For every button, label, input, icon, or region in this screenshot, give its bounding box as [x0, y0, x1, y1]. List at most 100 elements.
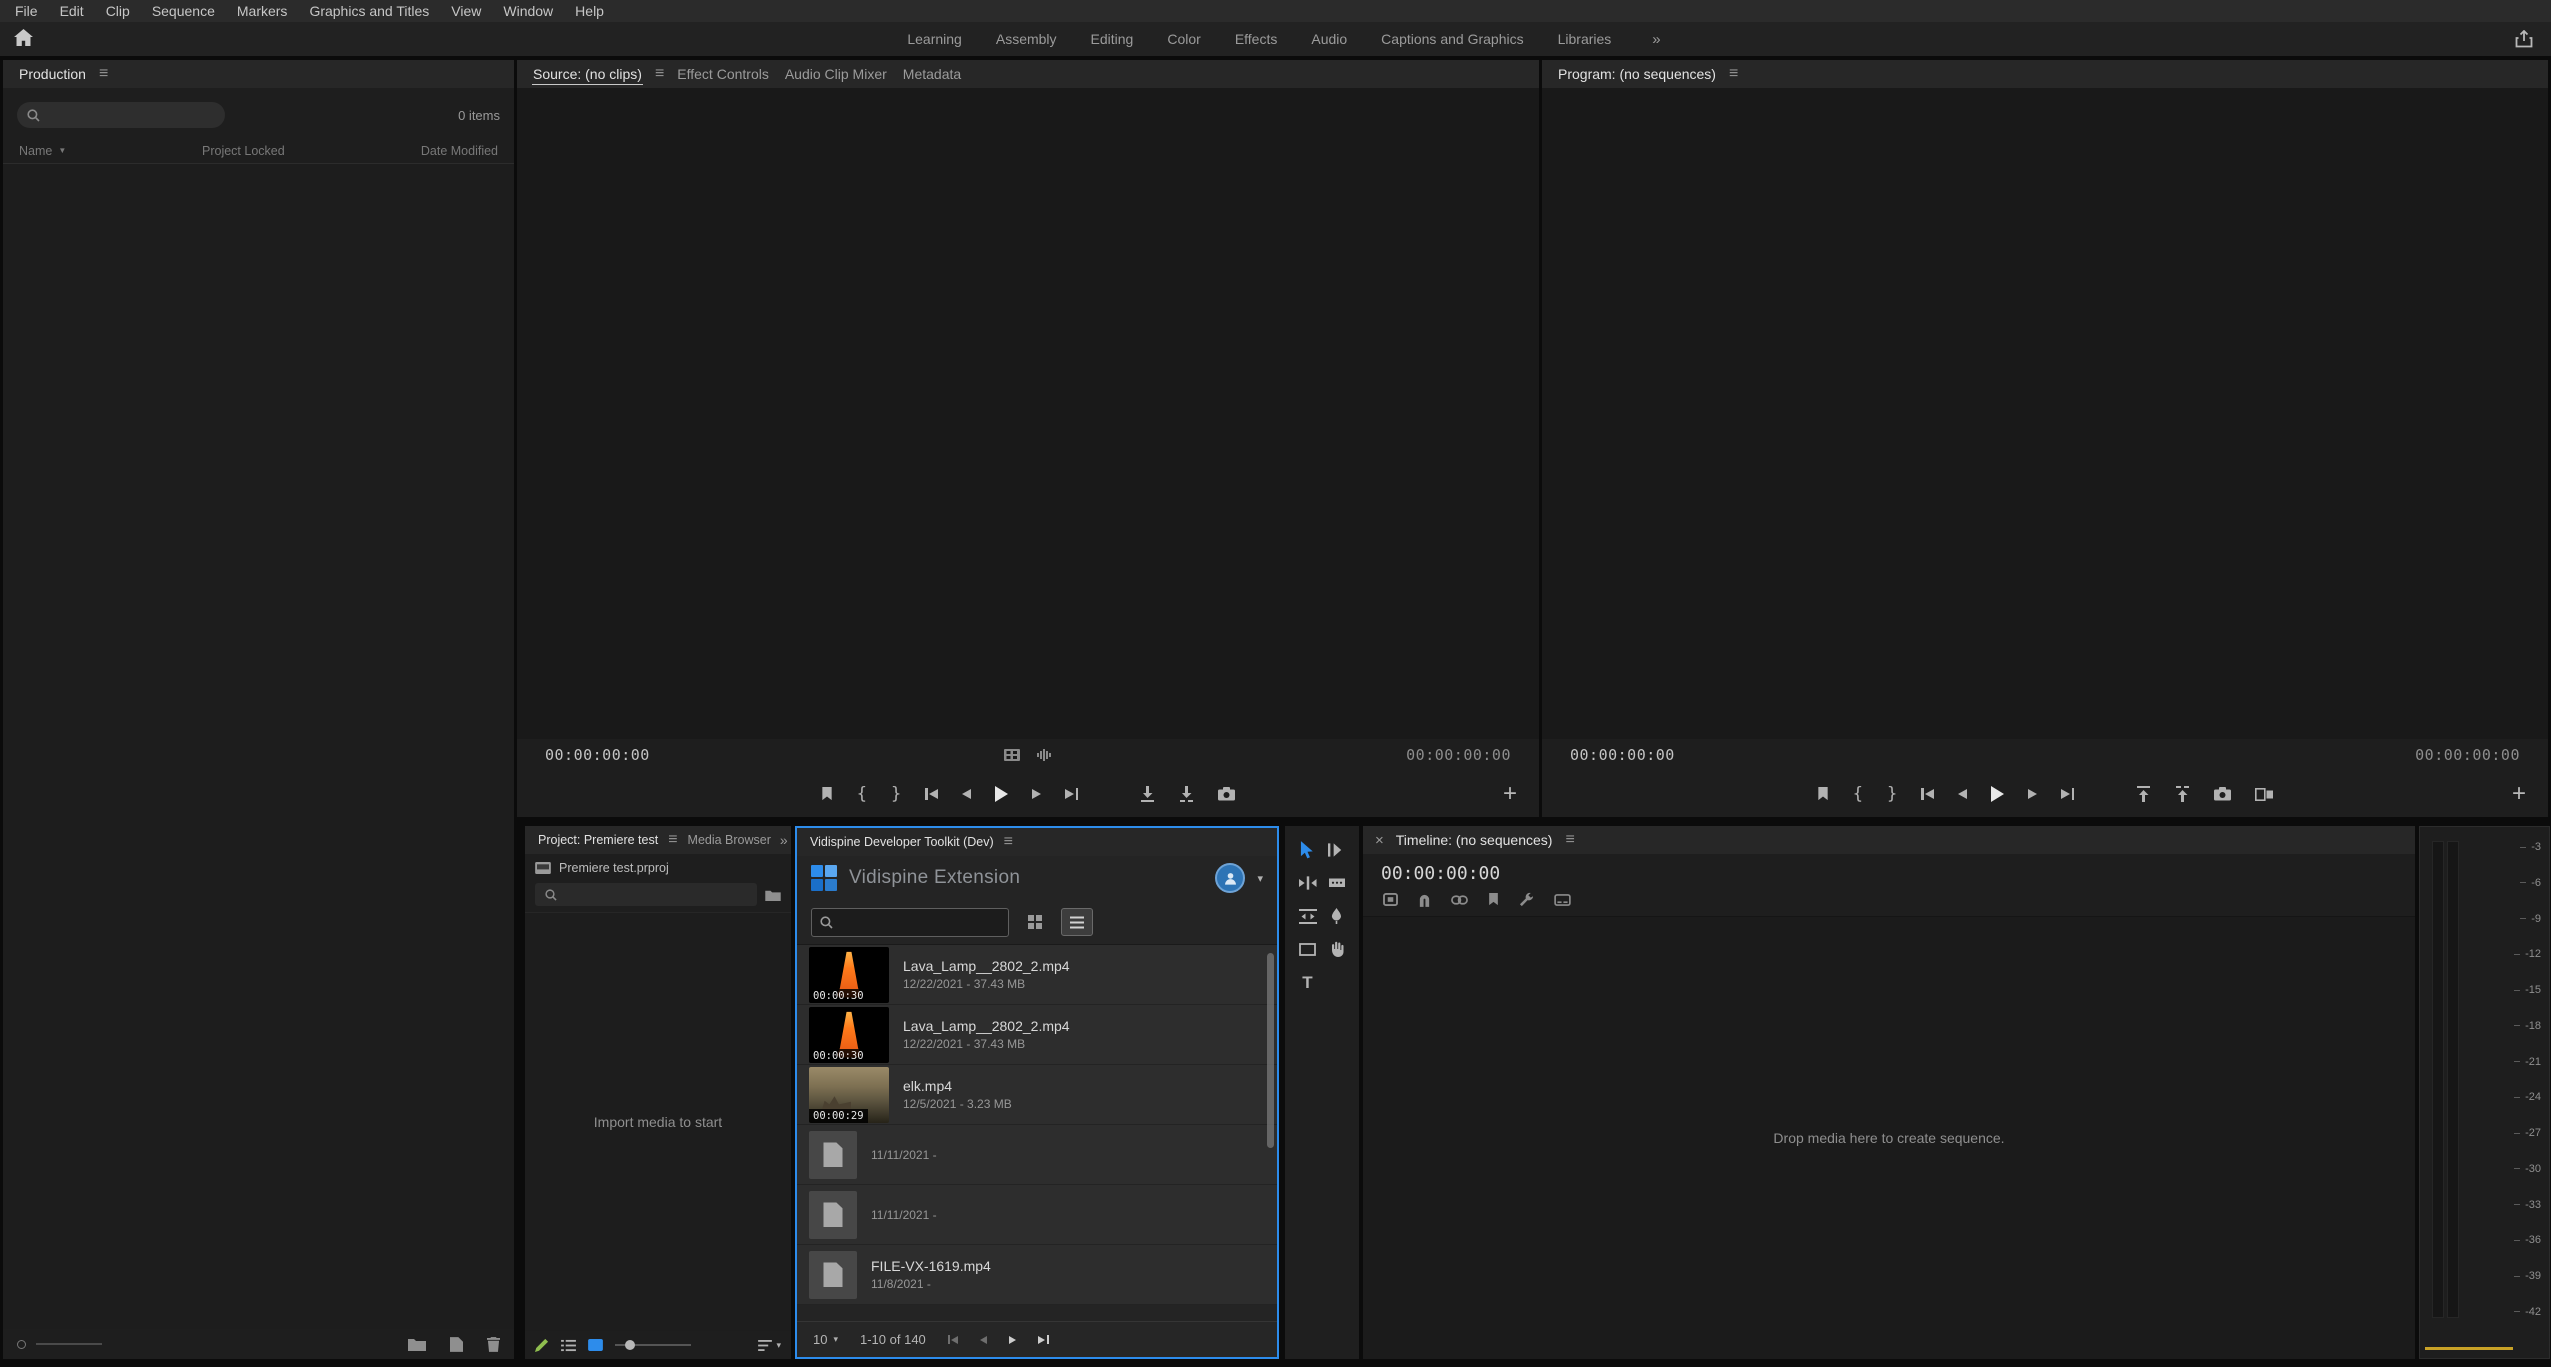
captions-icon[interactable]	[1554, 894, 1571, 906]
grid-view-icon[interactable]	[1019, 908, 1051, 936]
panel-menu-icon[interactable]: ≡	[663, 831, 682, 849]
timeline-settings-wrench-icon[interactable]	[1519, 892, 1534, 907]
tab-media-browser[interactable]: Media Browser	[683, 826, 776, 854]
project-writable-icon[interactable]	[535, 1338, 549, 1352]
column-date-modified[interactable]: Date Modified	[421, 144, 498, 158]
play-icon[interactable]	[995, 786, 1008, 802]
hand-tool-icon[interactable]	[1324, 937, 1350, 961]
add-marker-icon[interactable]	[821, 787, 833, 801]
project-search-input[interactable]	[565, 886, 745, 903]
tab-source[interactable]: Source: (no clips)	[525, 60, 650, 88]
home-icon[interactable]	[14, 29, 33, 46]
tab-project[interactable]: Project: Premiere test	[533, 826, 663, 854]
drag-video-icon[interactable]	[1004, 749, 1020, 761]
type-tool-icon[interactable]: T	[1295, 970, 1321, 994]
step-forward-icon[interactable]	[1032, 789, 1041, 799]
play-icon[interactable]	[1991, 786, 2004, 802]
workspace-tab[interactable]: Audio	[1294, 31, 1364, 47]
workspace-tab[interactable]: Captions and Graphics	[1364, 31, 1540, 47]
monitor-tab[interactable]: Effect Controls	[669, 60, 777, 88]
add-marker-icon[interactable]	[1817, 787, 1829, 801]
panel-menu-icon[interactable]: ≡	[999, 833, 1018, 851]
export-frame-icon[interactable]	[2214, 787, 2231, 801]
column-project-locked[interactable]: Project Locked	[202, 144, 421, 158]
media-list-item[interactable]: FILE-VX-1619.mp4 11/8/2021 -	[797, 1245, 1277, 1305]
lift-icon[interactable]	[2136, 786, 2151, 802]
tab-vidispine-toolkit[interactable]: Vidispine Developer Toolkit (Dev)	[805, 828, 999, 856]
new-bin-icon[interactable]	[408, 1337, 426, 1351]
user-avatar[interactable]	[1215, 863, 1245, 893]
panel-menu-icon[interactable]: ≡	[94, 65, 113, 83]
panel-menu-icon[interactable]: ≡	[1560, 831, 1579, 849]
panel-menu-icon[interactable]: ≡	[1724, 65, 1743, 83]
slip-tool-icon[interactable]	[1295, 904, 1321, 928]
menu-item[interactable]: Help	[564, 0, 615, 22]
workspace-overflow-chevron-icon[interactable]: »	[1652, 31, 1660, 48]
step-forward-icon[interactable]	[2028, 789, 2037, 799]
mark-out-icon[interactable]: }	[891, 784, 901, 804]
menu-item[interactable]: Markers	[226, 0, 299, 22]
media-list-item[interactable]: 00:00:30 Lava_Lamp__2802_2.mp4 12/22/202…	[797, 1005, 1277, 1065]
production-search[interactable]	[17, 102, 225, 128]
project-file-row[interactable]: Premiere test.prproj	[525, 854, 791, 881]
menu-item[interactable]: Clip	[95, 0, 141, 22]
ripple-edit-tool-icon[interactable]	[1295, 871, 1321, 895]
thumbnail-zoom-slider[interactable]	[615, 1339, 691, 1351]
monitor-tab[interactable]: Audio Clip Mixer	[777, 60, 895, 88]
first-page-icon[interactable]	[948, 1335, 959, 1344]
menu-item[interactable]: File	[4, 0, 49, 22]
tab-timeline[interactable]: Timeline: (no sequences)	[1388, 826, 1561, 854]
extension-search[interactable]	[811, 908, 1009, 937]
add-marker-icon[interactable]	[1488, 893, 1499, 906]
menu-item[interactable]: Graphics and Titles	[298, 0, 440, 22]
list-view-icon[interactable]	[561, 1339, 576, 1352]
razor-tool-icon[interactable]	[1324, 871, 1350, 895]
menu-item[interactable]: Edit	[49, 0, 95, 22]
overwrite-icon[interactable]	[1179, 786, 1194, 802]
thumbnail-zoom-slider[interactable]	[36, 1343, 102, 1345]
next-page-icon[interactable]	[1009, 1336, 1016, 1344]
selection-tool-icon[interactable]	[1295, 838, 1321, 862]
production-search-input[interactable]	[48, 107, 215, 124]
menu-item[interactable]: Sequence	[141, 0, 226, 22]
new-item-icon[interactable]	[450, 1337, 463, 1352]
workspace-tab[interactable]: Editing	[1074, 31, 1151, 47]
mark-in-icon[interactable]: {	[1853, 784, 1863, 804]
drag-audio-icon[interactable]	[1036, 749, 1052, 761]
list-view-icon[interactable]	[1061, 908, 1093, 936]
search-bin-icon[interactable]	[765, 889, 781, 901]
panel-menu-icon[interactable]: ≡	[650, 65, 669, 83]
linked-selection-icon[interactable]	[1451, 895, 1468, 905]
go-to-in-icon[interactable]	[1921, 788, 1934, 800]
column-name[interactable]: Name▼	[19, 144, 202, 158]
workspace-tab[interactable]: Assembly	[979, 31, 1074, 47]
media-list-item[interactable]: 11/11/2021 -	[797, 1185, 1277, 1245]
project-search[interactable]	[535, 883, 757, 906]
prev-page-icon[interactable]	[980, 1336, 987, 1344]
step-back-icon[interactable]	[962, 789, 971, 799]
rectangle-tool-icon[interactable]	[1295, 937, 1321, 961]
media-list-item[interactable]: 11/11/2021 -	[797, 1125, 1277, 1185]
go-to-out-icon[interactable]	[2061, 788, 2074, 800]
icon-view-icon[interactable]	[588, 1339, 603, 1351]
scrollbar-thumb[interactable]	[1267, 953, 1274, 1148]
extract-icon[interactable]	[2175, 786, 2190, 802]
export-frame-icon[interactable]	[1218, 787, 1235, 801]
delete-icon[interactable]	[487, 1337, 500, 1352]
step-back-icon[interactable]	[1958, 789, 1967, 799]
sort-icons-icon[interactable]: ▾	[758, 1340, 781, 1351]
button-editor-plus-icon[interactable]: +	[2512, 782, 2526, 806]
menu-item[interactable]: Window	[492, 0, 564, 22]
monitor-tab[interactable]: Metadata	[895, 60, 969, 88]
avatar-menu-caret-icon[interactable]: ▾	[1257, 872, 1263, 885]
last-page-icon[interactable]	[1038, 1335, 1049, 1344]
snap-icon[interactable]	[1418, 892, 1431, 907]
menu-item[interactable]: View	[440, 0, 492, 22]
workspace-tab[interactable]: Color	[1150, 31, 1217, 47]
mark-out-icon[interactable]: }	[1887, 784, 1897, 804]
tab-program[interactable]: Program: (no sequences)	[1550, 60, 1724, 88]
panel-overflow-chevron-icon[interactable]: »	[776, 832, 791, 848]
media-list-item[interactable]: 00:00:29 elk.mp4 12/5/2021 - 3.23 MB	[797, 1065, 1277, 1125]
mark-in-icon[interactable]: {	[857, 784, 867, 804]
button-editor-plus-icon[interactable]: +	[1503, 782, 1517, 806]
